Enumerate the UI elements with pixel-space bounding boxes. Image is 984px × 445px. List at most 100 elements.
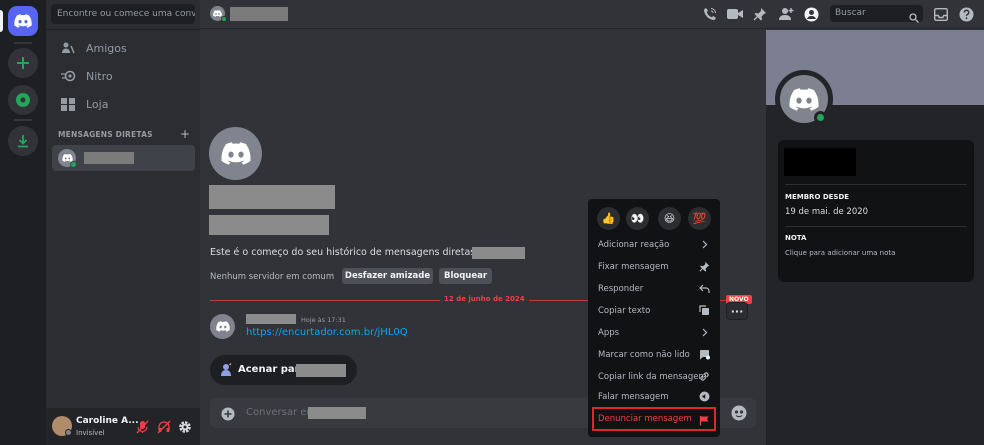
redacted-username-inline: [472, 247, 525, 259]
redacted-channel-name: [230, 7, 288, 21]
message-author-avatar[interactable]: [210, 314, 235, 339]
menu-apps[interactable]: Apps: [594, 323, 714, 343]
pin-icon: [699, 261, 710, 272]
username[interactable]: Caroline A...: [76, 416, 139, 426]
sidebar-item-nitro[interactable]: Nitro: [52, 64, 194, 88]
wave-sticker-icon: [220, 363, 232, 380]
redacted-username: [209, 215, 329, 235]
download-apps-button[interactable]: [8, 126, 38, 156]
menu-item-label: Copiar texto: [598, 306, 651, 316]
online-status-dot: [70, 161, 77, 168]
menu-item-label: Falar mensagem: [598, 392, 669, 402]
remove-friend-button[interactable]: Desfazer amizade: [342, 268, 433, 284]
shop-icon: [60, 96, 76, 112]
sidebar-item-friends[interactable]: Amigos: [52, 36, 194, 60]
reply-icon: [699, 283, 710, 294]
copy-icon: [699, 305, 710, 316]
redacted-composer-target: [308, 407, 366, 419]
emoji-picker-icon[interactable]: [731, 405, 747, 425]
sidebar-item-label: Amigos: [86, 41, 127, 55]
add-friends-to-dm-icon[interactable]: [778, 6, 794, 22]
add-server-button[interactable]: [8, 48, 38, 78]
discord-logo-icon: [789, 87, 819, 111]
menu-copy-message-link[interactable]: Copiar link da mensagem: [594, 367, 714, 387]
sidebar-item-shop[interactable]: Loja: [52, 92, 194, 116]
add-attachment-icon[interactable]: [221, 406, 235, 425]
menu-reply[interactable]: Responder: [594, 279, 714, 299]
block-button[interactable]: Bloquear: [439, 268, 492, 284]
menu-item-label: Denunciar mensagem: [598, 414, 692, 424]
user-panel: Caroline A... Invisível: [46, 408, 200, 445]
reaction-eyes[interactable]: 👀: [626, 207, 649, 230]
discord-logo-icon: [213, 10, 222, 17]
rail-divider-2: [14, 119, 32, 121]
redacted-profile-name: [784, 148, 856, 176]
menu-item-label: Marcar como não lido: [598, 350, 690, 360]
redacted-username: [84, 152, 134, 164]
download-icon: [18, 135, 28, 148]
chevron-right-icon: [699, 239, 710, 250]
menu-add-reaction[interactable]: Adicionar reação: [594, 235, 714, 255]
menu-report-message[interactable]: Denunciar mensagem: [592, 407, 716, 431]
voice-call-icon[interactable]: [702, 6, 718, 22]
pinned-messages-icon[interactable]: [752, 6, 768, 22]
sidebar-item-label: Loja: [86, 97, 109, 111]
reaction-thumbs-up[interactable]: 👍: [597, 207, 620, 230]
online-status-dot: [221, 16, 227, 22]
mute-mic-icon[interactable]: [136, 419, 149, 438]
rail-divider: [14, 42, 32, 44]
card-divider-2: [785, 226, 967, 227]
help-icon[interactable]: [958, 6, 974, 22]
message-more-options-button[interactable]: ···: [726, 302, 748, 320]
settings-gear-icon[interactable]: [178, 419, 192, 438]
menu-item-label: Fixar mensagem: [598, 262, 669, 272]
deafen-icon[interactable]: [157, 419, 171, 438]
online-status-dot: [814, 111, 827, 124]
server-rail: [0, 0, 46, 445]
channel-header: Buscar: [200, 0, 984, 29]
user-status: Invisível: [76, 429, 105, 437]
user-profile-toggle-icon[interactable]: [803, 6, 819, 22]
explore-servers-button[interactable]: [8, 85, 38, 115]
plus-icon: [17, 57, 29, 69]
menu-item-label: Copiar link da mensagem: [598, 372, 707, 382]
nitro-icon: [60, 68, 76, 84]
reaction-laughing[interactable]: 😆: [658, 207, 681, 230]
create-dm-button[interactable]: +: [180, 127, 190, 141]
date-divider-label: 12 de junho de 2024: [440, 295, 529, 303]
direct-messages-header: MENSAGENS DIRETAS: [58, 130, 153, 139]
friends-icon: [60, 40, 76, 56]
discord-logo-icon: [14, 14, 32, 28]
dm-list-item[interactable]: [52, 145, 195, 171]
inbox-icon[interactable]: [933, 6, 949, 22]
find-conversation-input[interactable]: Encontre ou comece uma conver...: [51, 4, 195, 24]
menu-mark-unread[interactable]: Marcar como não lido: [594, 345, 714, 365]
chevron-right-icon: [699, 327, 710, 338]
video-call-icon[interactable]: [727, 6, 743, 22]
message-link[interactable]: https://encurtador.com.br/jHL0Q: [246, 327, 408, 338]
message-timestamp: Hoje às 17:31: [301, 316, 346, 324]
note-heading: NOTA: [785, 234, 807, 242]
menu-copy-text[interactable]: Copiar texto: [594, 301, 714, 321]
redacted-wave-target: [296, 364, 346, 377]
search-icon: [909, 8, 919, 27]
profile-info-card: MEMBRO DESDE 19 de mai. de 2020 NOTA Cli…: [778, 140, 974, 282]
home-button[interactable]: [8, 6, 38, 36]
menu-item-label: Apps: [598, 328, 620, 338]
unread-icon: [699, 349, 710, 360]
wave-button[interactable]: Acenar para: [210, 355, 357, 385]
note-input[interactable]: Clique para adicionar uma nota: [785, 249, 895, 257]
menu-item-label: Responder: [598, 284, 644, 294]
compass-icon: [16, 93, 30, 107]
discord-logo-icon: [215, 321, 230, 332]
menu-item-label: Adicionar reação: [598, 240, 670, 250]
speak-icon: [699, 391, 710, 402]
dm-sidebar: Encontre ou comece uma conver... Amigos …: [46, 0, 200, 445]
menu-speak-message[interactable]: Falar mensagem: [594, 387, 714, 407]
mutual-servers-text: Nenhum servidor em comum: [210, 272, 335, 282]
flag-icon: [699, 415, 710, 426]
menu-pin-message[interactable]: Fixar mensagem: [594, 257, 714, 277]
redacted-message-author: [246, 314, 296, 324]
composer-placeholder: Conversar em: [246, 407, 317, 418]
reaction-hundred[interactable]: 💯: [688, 207, 711, 230]
